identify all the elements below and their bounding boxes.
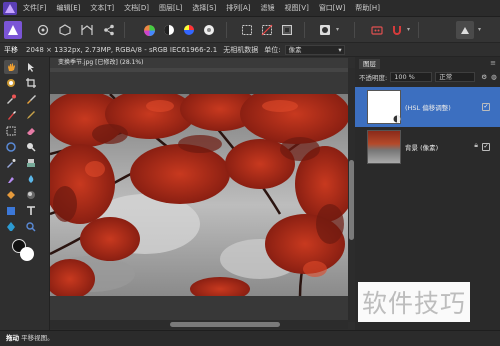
color-picker-icon[interactable]	[4, 92, 18, 106]
smudge-tool-icon[interactable]	[4, 172, 18, 186]
canvas-area[interactable]	[50, 72, 348, 320]
visibility-checkbox[interactable]: ✓	[482, 103, 490, 111]
menu-arrange[interactable]: 排列[A]	[226, 3, 250, 13]
menu-window[interactable]: 窗口[W]	[319, 3, 345, 13]
flood-select-icon[interactable]	[4, 156, 18, 170]
tools-panel	[0, 57, 50, 330]
layer-name: 背景 (像素)	[405, 144, 439, 152]
visibility-checkbox[interactable]: ✓	[482, 143, 490, 151]
layer-name: (HSL 偏移调整)	[405, 104, 451, 112]
layer-thumbnail	[367, 130, 401, 164]
export-persona-icon[interactable]	[100, 21, 118, 39]
pencil-tool-icon[interactable]	[24, 108, 38, 122]
zoom-level-icon[interactable]	[456, 21, 474, 39]
deselect-icon[interactable]	[258, 21, 276, 39]
document-tab[interactable]: 变换季节.jpg [已修改] (28.1%)	[50, 58, 348, 68]
menu-file[interactable]: 文件[F]	[23, 3, 47, 13]
invert-selection-icon[interactable]	[278, 21, 296, 39]
menu-filters[interactable]: 滤镜	[261, 3, 275, 13]
selection-marquee-icon[interactable]	[238, 21, 256, 39]
unit-label: 单位:	[264, 45, 281, 54]
rectangle-selection-icon[interactable]	[4, 124, 18, 138]
move-tool-icon[interactable]	[24, 60, 38, 74]
quick-mask-icon[interactable]	[316, 21, 334, 39]
horizontal-scroll-thumb[interactable]	[170, 322, 280, 327]
color-swatches[interactable]	[12, 239, 34, 261]
blend-mode-select[interactable]: 正常	[435, 72, 476, 82]
layer-row-hsl[interactable]: (HSL 偏移调整) ✓	[355, 87, 500, 127]
white-balance-icon[interactable]	[200, 21, 218, 39]
horizontal-scrollbar[interactable]	[50, 320, 348, 329]
menu-text[interactable]: 文本[T]	[90, 3, 114, 13]
opacity-select[interactable]: 100 %	[390, 72, 433, 82]
menu-document[interactable]: 文档[D]	[124, 3, 149, 13]
secondary-color-swatch[interactable]	[20, 247, 34, 261]
status-action: 拖动	[6, 334, 19, 342]
develop-persona-icon[interactable]	[56, 21, 74, 39]
hsl-icon[interactable]	[180, 21, 198, 39]
panel-menu-icon[interactable]: ≡	[490, 59, 496, 67]
menu-help[interactable]: 帮助[H]	[355, 3, 380, 13]
menu-select[interactable]: 选择[S]	[192, 3, 216, 13]
tone-mapping-persona-icon[interactable]	[78, 21, 96, 39]
blur-tool-icon[interactable]	[24, 172, 38, 186]
rectangle-shape-icon[interactable]	[4, 204, 18, 218]
adjustment-icon	[393, 115, 401, 123]
photo-canvas[interactable]	[50, 94, 348, 296]
vertical-scroll-thumb[interactable]	[349, 160, 354, 240]
menu-edit[interactable]: 编辑[E]	[57, 3, 81, 13]
document-title: 变换季节.jpg [已修改] (28.1%)	[58, 59, 144, 66]
assistant-icon[interactable]	[368, 21, 386, 39]
layer-options: 不透明度: 100 % 正常 ⚙ ◍	[355, 71, 500, 83]
paint-brush-icon[interactable]	[4, 108, 18, 122]
pen-tool-icon[interactable]	[4, 220, 18, 234]
snapping-magnet-icon[interactable]	[388, 21, 406, 39]
unit-select[interactable]: 像素 ▾	[284, 44, 345, 55]
current-tool-name: 平移	[4, 45, 18, 54]
gradient-tool-icon[interactable]	[24, 188, 38, 202]
vertical-scrollbar[interactable]	[348, 68, 355, 322]
status-bar: 拖动 平移视图。	[0, 330, 500, 346]
watermark: 软件技巧	[358, 282, 471, 322]
layer-style-icon[interactable]: ◍	[491, 73, 497, 81]
camera-data: 无相机数据	[223, 45, 259, 54]
liquify-persona-icon[interactable]	[34, 21, 52, 39]
app-logo-icon[interactable]	[3, 1, 17, 15]
dodge-tool-icon[interactable]	[24, 140, 38, 154]
eraser-tool-icon[interactable]	[24, 124, 38, 138]
layer-row-background[interactable]: 背景 (像素) 🔒︎ ✓	[355, 127, 500, 167]
opacity-label: 不透明度:	[359, 74, 388, 82]
status-hint: 平移视图。	[21, 334, 54, 342]
chevron-down-icon: ▾	[338, 45, 342, 54]
chevron-down-icon[interactable]: ▾	[407, 26, 410, 33]
fill-tool-icon[interactable]	[4, 188, 18, 202]
chevron-down-icon[interactable]: ▾	[336, 26, 339, 33]
photo-persona-icon[interactable]	[4, 21, 22, 39]
menu-bar: 文件[F] 编辑[E] 文本[T] 文档[D] 图层[L] 选择[S] 排列[A…	[0, 0, 500, 17]
contrast-icon[interactable]	[160, 21, 178, 39]
chevron-down-icon[interactable]: ▾	[478, 26, 481, 33]
clone-tool-icon[interactable]	[24, 156, 38, 170]
zoom-tool-icon[interactable]	[24, 220, 38, 234]
toolbar: ▾ ▾ ▾	[0, 17, 500, 43]
selection-brush-icon[interactable]	[4, 140, 18, 154]
settings-gear-icon[interactable]: ⚙	[481, 73, 487, 81]
blend-mode-value: 正常	[439, 73, 453, 81]
layers-tab[interactable]: 图层	[359, 59, 380, 69]
opacity-value: 100 %	[394, 73, 415, 81]
brush-tool-icon[interactable]	[24, 92, 38, 106]
view-tool-icon[interactable]	[4, 76, 18, 90]
hand-tool-icon[interactable]	[4, 60, 18, 74]
menu-layer[interactable]: 图层[L]	[159, 3, 182, 13]
unit-select-value: 像素	[288, 45, 302, 54]
text-tool-icon[interactable]	[24, 204, 38, 218]
menu-view[interactable]: 视图[V]	[285, 3, 309, 13]
lock-icon[interactable]: 🔒︎	[474, 141, 478, 150]
color-wheel-icon[interactable]	[140, 21, 158, 39]
crop-tool-icon[interactable]	[24, 76, 38, 90]
document-info: 2048 × 1332px, 2.73MP, RGBA/8 - sRGB IEC…	[26, 45, 218, 54]
context-toolbar: 平移 2048 × 1332px, 2.73MP, RGBA/8 - sRGB …	[0, 43, 500, 57]
